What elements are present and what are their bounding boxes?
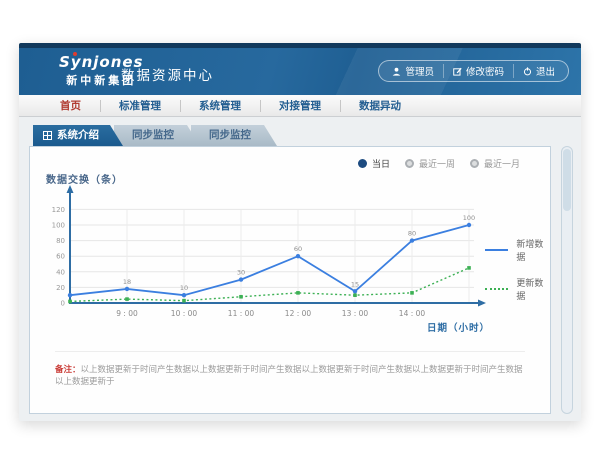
- tab-system-intro[interactable]: 系统介绍: [33, 125, 123, 146]
- svg-text:120: 120: [52, 206, 65, 214]
- user-icon: [392, 67, 401, 76]
- radio-unselected-icon: [405, 159, 414, 168]
- logout-label: 退出: [536, 64, 555, 78]
- svg-text:80: 80: [56, 237, 65, 245]
- filter-last-month-label: 最近一月: [484, 157, 520, 170]
- tab-system-intro-label: 系统介绍: [57, 125, 99, 146]
- footnote: 备注：以上数据更新于时间产生数据以上数据更新于时间产生数据以上数据更新于时间产生…: [55, 351, 525, 389]
- svg-text:80: 80: [408, 230, 416, 238]
- svg-text:日期（小时）: 日期（小时）: [427, 322, 490, 334]
- radio-selected-icon: [358, 159, 367, 168]
- change-password-label: 修改密码: [466, 64, 504, 78]
- scrollbar-thumb[interactable]: [563, 149, 571, 211]
- nav-item-interface-mgmt[interactable]: 对接管理: [260, 95, 340, 117]
- power-icon: [523, 67, 532, 76]
- chart-panel: 当日 最近一周 最近一月 数据交换（条） 0204060801001209 : …: [29, 146, 551, 414]
- user-toolbar: 管理员 修改密码 退出: [378, 60, 569, 82]
- change-password-button[interactable]: 修改密码: [443, 64, 513, 78]
- svg-text:9 : 00: 9 : 00: [116, 309, 138, 318]
- document-grid-icon: [43, 131, 52, 140]
- filter-today[interactable]: 当日: [358, 157, 390, 170]
- logout-button[interactable]: 退出: [513, 64, 564, 78]
- svg-text:40: 40: [56, 268, 65, 276]
- svg-text:60: 60: [56, 253, 65, 261]
- legend-label-update-data: 更新数据: [516, 276, 550, 302]
- legend-line-sample-new-data: [485, 249, 508, 251]
- legend-item[interactable]: 新增数据: [485, 237, 550, 263]
- svg-text:14 : 00: 14 : 00: [399, 309, 426, 318]
- edit-icon: [453, 67, 462, 76]
- footnote-text: 以上数据更新于时间产生数据以上数据更新于时间产生数据以上数据更新于时间产生数据以…: [55, 365, 523, 387]
- svg-text:100: 100: [463, 214, 475, 222]
- svg-text:13 : 00: 13 : 00: [342, 309, 369, 318]
- admin-user-label: 管理员: [405, 64, 434, 78]
- line-chart: 0 20 40 60 80 100 120 9 : 00 10 : 00 11 : 00 12 : …: [30, 173, 500, 338]
- logo-accent-dot: [73, 52, 77, 56]
- svg-text:60: 60: [294, 245, 302, 253]
- svg-text:12 : 00: 12 : 00: [285, 309, 312, 318]
- tab-bar: 系统介绍 同步监控 同步监控: [33, 125, 268, 146]
- nav-item-standard-mgmt[interactable]: 标准管理: [100, 95, 180, 117]
- nav-item-home[interactable]: 首页: [41, 95, 100, 117]
- filter-today-label: 当日: [372, 157, 390, 170]
- legend-item[interactable]: 更新数据: [485, 276, 550, 302]
- chart-legend: 新增数据 更新数据: [485, 237, 550, 302]
- app-header: Synjones 新中新集团 数据资源中心 管理员 修改密码: [19, 48, 581, 95]
- svg-text:0: 0: [61, 300, 65, 308]
- legend-line-sample-update-data: [485, 288, 508, 290]
- time-range-filters: 当日 最近一周 最近一月: [358, 157, 520, 170]
- footnote-label: 备注：: [55, 365, 81, 375]
- svg-text:18: 18: [123, 278, 131, 286]
- nav-item-system-mgmt[interactable]: 系统管理: [180, 95, 260, 117]
- tab-sync-monitor-1[interactable]: 同步监控: [114, 125, 200, 146]
- page-title: 数据资源中心: [121, 64, 214, 84]
- svg-text:20: 20: [56, 284, 65, 292]
- app-window: Synjones 新中新集团 数据资源中心 管理员 修改密码: [19, 43, 581, 421]
- svg-text:11 : 00: 11 : 00: [228, 309, 255, 318]
- svg-text:100: 100: [52, 222, 65, 230]
- admin-user-button[interactable]: 管理员: [383, 64, 443, 78]
- svg-text:30: 30: [237, 269, 245, 277]
- filter-last-month[interactable]: 最近一月: [470, 157, 520, 170]
- main-nav: 首页 标准管理 系统管理 对接管理 数据异动: [19, 95, 581, 117]
- nav-item-data-change[interactable]: 数据异动: [340, 95, 420, 117]
- vertical-scrollbar[interactable]: [561, 146, 573, 414]
- filter-last-week[interactable]: 最近一周: [405, 157, 455, 170]
- radio-unselected-icon: [470, 159, 479, 168]
- legend-label-new-data: 新增数据: [516, 237, 550, 263]
- svg-text:15: 15: [351, 280, 359, 288]
- filter-last-week-label: 最近一周: [419, 157, 455, 170]
- svg-text:10 : 00: 10 : 00: [171, 309, 198, 318]
- content-area: 系统介绍 同步监控 同步监控 当日 最近一周 最近一月 数据交换: [19, 117, 581, 421]
- tab-sync-monitor-2[interactable]: 同步监控: [191, 125, 277, 146]
- svg-text:10: 10: [180, 284, 188, 292]
